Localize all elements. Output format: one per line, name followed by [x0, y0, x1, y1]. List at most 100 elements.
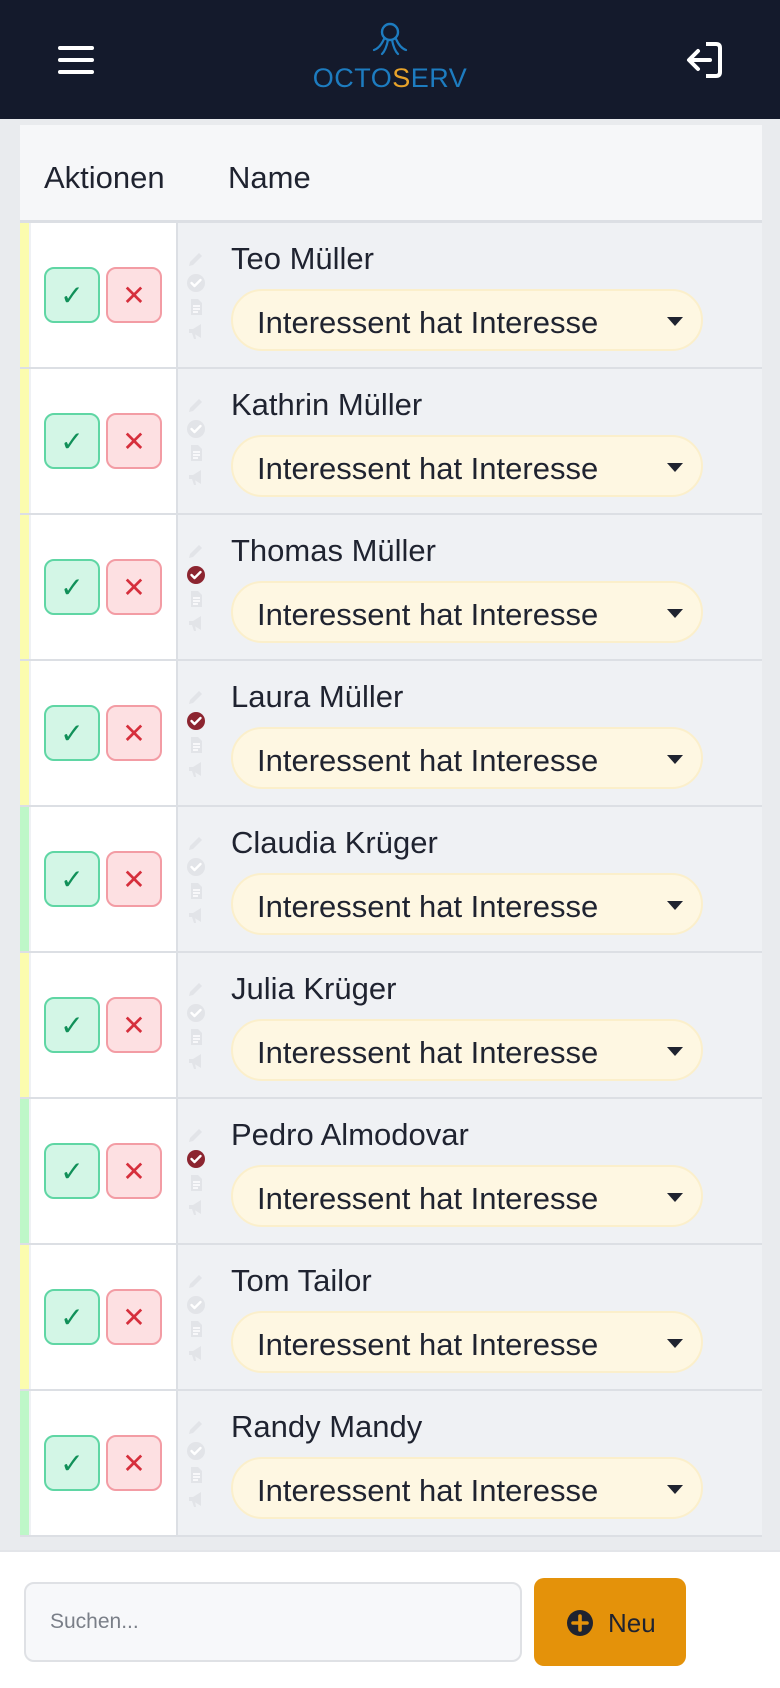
check-circle-icon[interactable]	[186, 711, 206, 731]
pencil-icon[interactable]	[186, 1271, 206, 1291]
row-icons	[186, 687, 208, 783]
logo: OCTOSERV	[312, 22, 468, 94]
document-icon[interactable]	[186, 297, 206, 317]
column-header-actions: Aktionen	[44, 160, 165, 195]
pencil-icon[interactable]	[186, 1417, 206, 1437]
status-dropdown[interactable]: Interessent hat Interesse	[231, 581, 703, 643]
megaphone-icon[interactable]	[186, 613, 206, 633]
pencil-icon[interactable]	[186, 833, 206, 853]
check-circle-icon[interactable]	[186, 565, 206, 585]
check-circle-icon[interactable]	[186, 857, 206, 877]
reject-button[interactable]: ✕	[106, 267, 162, 323]
megaphone-icon[interactable]	[186, 467, 206, 487]
pencil-icon[interactable]	[186, 395, 206, 415]
reject-button[interactable]: ✕	[106, 1289, 162, 1345]
document-icon[interactable]	[186, 1465, 206, 1485]
megaphone-icon[interactable]	[186, 905, 206, 925]
confirm-button[interactable]: ✓	[44, 851, 100, 907]
table-header: Aktionen Name	[20, 125, 762, 223]
document-icon[interactable]	[186, 1173, 206, 1193]
status-value: Interessent hat Interesse	[257, 743, 599, 778]
pencil-icon[interactable]	[186, 541, 206, 561]
row-icons	[186, 541, 208, 637]
megaphone-icon[interactable]	[186, 759, 206, 779]
actions-cell: ✓ ✕	[31, 953, 178, 1097]
document-icon[interactable]	[186, 881, 206, 901]
confirm-button[interactable]: ✓	[44, 1435, 100, 1491]
confirm-button[interactable]: ✓	[44, 997, 100, 1053]
document-icon[interactable]	[186, 735, 206, 755]
reject-button[interactable]: ✕	[106, 1435, 162, 1491]
confirm-button[interactable]: ✓	[44, 1143, 100, 1199]
megaphone-icon[interactable]	[186, 1197, 206, 1217]
megaphone-icon[interactable]	[186, 1343, 206, 1363]
status-stripe	[20, 807, 29, 951]
new-button-label: Neu	[608, 1608, 656, 1638]
logout-icon[interactable]	[684, 40, 724, 80]
actions-cell: ✓ ✕	[31, 1245, 178, 1389]
megaphone-icon[interactable]	[186, 1489, 206, 1509]
megaphone-icon[interactable]	[186, 1051, 206, 1071]
actions-cell: ✓ ✕	[31, 369, 178, 513]
reject-button[interactable]: ✕	[106, 997, 162, 1053]
reject-button[interactable]: ✕	[106, 413, 162, 469]
document-icon[interactable]	[186, 589, 206, 609]
pencil-icon[interactable]	[186, 687, 206, 707]
check-circle-icon[interactable]	[186, 273, 206, 293]
status-dropdown[interactable]: Interessent hat Interesse	[231, 289, 703, 351]
contact-name: Laura Müller	[231, 679, 404, 714]
status-dropdown[interactable]: Interessent hat Interesse	[231, 1019, 703, 1081]
document-icon[interactable]	[186, 1319, 206, 1339]
confirm-button[interactable]: ✓	[44, 559, 100, 615]
status-value: Interessent hat Interesse	[257, 451, 599, 486]
reject-button[interactable]: ✕	[106, 705, 162, 761]
status-dropdown[interactable]: Interessent hat Interesse	[231, 727, 703, 789]
column-header-name: Name	[228, 160, 311, 195]
confirm-button[interactable]: ✓	[44, 267, 100, 323]
pencil-icon[interactable]	[186, 1125, 206, 1145]
pencil-icon[interactable]	[186, 249, 206, 269]
actions-cell: ✓ ✕	[31, 807, 178, 951]
chevron-down-icon	[667, 755, 683, 764]
status-dropdown[interactable]: Interessent hat Interesse	[231, 1311, 703, 1373]
search-input[interactable]	[24, 1582, 522, 1662]
pencil-icon[interactable]	[186, 979, 206, 999]
confirm-button[interactable]: ✓	[44, 1289, 100, 1345]
status-dropdown[interactable]: Interessent hat Interesse	[231, 435, 703, 497]
contact-name: Pedro Almodovar	[231, 1117, 469, 1152]
document-icon[interactable]	[186, 443, 206, 463]
check-circle-icon[interactable]	[186, 1149, 206, 1169]
actions-cell: ✓ ✕	[31, 1099, 178, 1243]
plus-circle-icon	[567, 1610, 593, 1636]
document-icon[interactable]	[186, 1027, 206, 1047]
table-row: ✓ ✕ Teo Müller Interessent hat Interesse	[20, 223, 762, 369]
table-row: ✓ ✕ Tom Tailor Interessent hat Interesse	[20, 1245, 762, 1391]
contact-name: Randy Mandy	[231, 1409, 423, 1444]
status-dropdown[interactable]: Interessent hat Interesse	[231, 873, 703, 935]
check-circle-icon[interactable]	[186, 1003, 206, 1023]
megaphone-icon[interactable]	[186, 321, 206, 341]
row-icons	[186, 249, 208, 345]
logo-text: OCTOSERV	[312, 63, 468, 93]
new-button[interactable]: Neu	[534, 1578, 686, 1666]
actions-cell: ✓ ✕	[31, 223, 178, 367]
reject-button[interactable]: ✕	[106, 851, 162, 907]
bottom-bar: Neu	[0, 1550, 780, 1688]
status-value: Interessent hat Interesse	[257, 1473, 599, 1508]
confirm-button[interactable]: ✓	[44, 413, 100, 469]
status-value: Interessent hat Interesse	[257, 1035, 599, 1070]
contact-name: Claudia Krüger	[231, 825, 438, 860]
status-dropdown[interactable]: Interessent hat Interesse	[231, 1165, 703, 1227]
check-circle-icon[interactable]	[186, 1295, 206, 1315]
status-value: Interessent hat Interesse	[257, 1181, 599, 1216]
check-circle-icon[interactable]	[186, 1441, 206, 1461]
chevron-down-icon	[667, 317, 683, 326]
reject-button[interactable]: ✕	[106, 1143, 162, 1199]
status-stripe	[20, 1099, 29, 1243]
status-dropdown[interactable]: Interessent hat Interesse	[231, 1457, 703, 1519]
reject-button[interactable]: ✕	[106, 559, 162, 615]
confirm-button[interactable]: ✓	[44, 705, 100, 761]
check-circle-icon[interactable]	[186, 419, 206, 439]
contacts-table: Aktionen Name ✓ ✕ Teo Müller Interessent…	[20, 125, 762, 1537]
hamburger-menu-icon[interactable]	[58, 46, 94, 74]
